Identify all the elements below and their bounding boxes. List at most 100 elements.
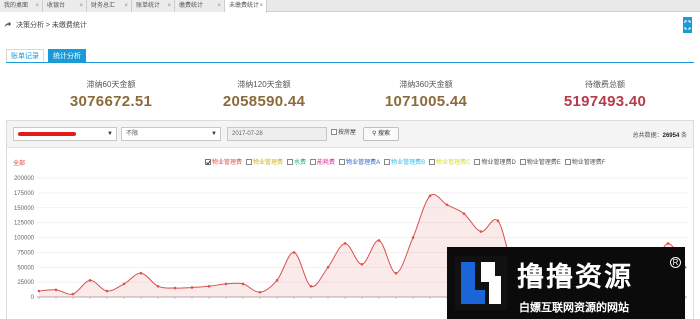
- window-tab[interactable]: 缴费统计 ×: [175, 0, 225, 12]
- watermark-logo-icon: [455, 256, 507, 310]
- legend-label: 物业管理费D: [481, 160, 516, 166]
- share-icon: [4, 21, 12, 28]
- y-tick-label: 100000: [14, 236, 35, 242]
- close-icon[interactable]: ×: [259, 0, 263, 12]
- summary-label: 滞纳360天金额: [399, 80, 453, 89]
- checkbox-icon[interactable]: [246, 159, 253, 165]
- search-button-label: 搜索: [378, 131, 391, 137]
- data-point: [343, 242, 347, 245]
- chevron-down-icon: ▼: [211, 131, 217, 137]
- y-tick-label: 75000: [17, 250, 34, 256]
- data-point: [462, 212, 466, 215]
- summary-label: 滞纳60天金额: [86, 80, 136, 89]
- legend-item[interactable]: 物业管理费A: [339, 157, 380, 166]
- window-tab[interactable]: 财务总汇 ×: [87, 0, 132, 12]
- checkbox-box[interactable]: [331, 129, 337, 135]
- summary-overdue-120: 滞纳120天金额 2058590.44: [184, 79, 344, 110]
- by-house-checkbox[interactable]: 按房屋: [331, 129, 356, 138]
- checkbox-checked-icon[interactable]: [205, 159, 211, 165]
- data-point: [88, 279, 92, 282]
- close-icon[interactable]: ×: [217, 0, 221, 12]
- checkbox-icon[interactable]: [287, 159, 294, 165]
- checkbox-icon[interactable]: [384, 159, 391, 165]
- record-count: 总共数据：26954 条: [633, 130, 687, 139]
- legend-label: 水费: [294, 160, 307, 166]
- checkbox-icon[interactable]: [310, 159, 317, 165]
- window-tab-label: 财务总汇: [91, 3, 116, 9]
- data-point: [377, 239, 381, 242]
- record-count-label: 总共数据：: [632, 133, 663, 139]
- legend-item[interactable]: 物业管理费: [205, 157, 242, 166]
- by-house-label: 按房屋: [338, 130, 357, 136]
- breadcrumb: 决策分析 > 未缴费统计: [4, 20, 87, 31]
- window-tab-label: 未缴费统计: [229, 3, 260, 9]
- summary-overdue-360: 滞纳360天金额 1071005.44: [346, 79, 506, 110]
- y-tick-label: 25000: [17, 280, 34, 286]
- fullscreen-button[interactable]: [683, 17, 692, 33]
- tab-statistics[interactable]: 统计分析: [48, 49, 86, 62]
- window-tab[interactable]: 未缴费统计 ×: [225, 0, 267, 13]
- legend-item[interactable]: 能耗费: [310, 157, 335, 166]
- legend-label: 能耗费: [317, 160, 336, 166]
- data-point: [309, 284, 313, 288]
- legend-item[interactable]: 物业管理费E: [519, 157, 561, 166]
- legend-label: 物业管理费A: [346, 160, 381, 166]
- window-tab[interactable]: 收银台 ×: [43, 0, 87, 12]
- checkbox-icon[interactable]: [429, 159, 436, 165]
- window-tab-bar: 我的桌面 × 收银台 × 财务总汇 × 账单统计 × 缴费统计 × 未缴费统计 ×: [0, 0, 700, 13]
- legend-item[interactable]: 物业管理费: [246, 157, 283, 166]
- summary-value: 5197493.40: [563, 93, 647, 110]
- community-select[interactable]: ▼: [13, 127, 117, 141]
- legend-all-label[interactable]: 全部: [13, 158, 25, 167]
- checkbox-icon[interactable]: [519, 159, 526, 165]
- data-point: [105, 289, 109, 293]
- checkbox-icon[interactable]: [339, 159, 346, 165]
- data-point: [428, 194, 432, 198]
- date-input[interactable]: 2017-07-28: [227, 127, 327, 141]
- chart-legend: 物业管理费 物业管理费 水费 能耗费 物业管理费A 物业管理费B 物业管理费C 物业管理费D 物…: [205, 157, 609, 166]
- data-point: [275, 279, 279, 282]
- window-tab[interactable]: 我的桌面 ×: [0, 0, 43, 12]
- y-tick-label: 175000: [14, 191, 35, 197]
- data-point: [394, 271, 398, 275]
- record-count-value: 26954: [662, 133, 680, 139]
- close-icon[interactable]: ×: [35, 0, 39, 12]
- window-tab[interactable]: 账单统计 ×: [132, 0, 175, 12]
- data-point: [479, 230, 483, 233]
- close-icon[interactable]: ×: [124, 0, 128, 12]
- legend-item[interactable]: 物业管理费F: [564, 157, 605, 166]
- search-icon: ⚲: [371, 131, 377, 137]
- legend-label: 物业管理费C: [436, 160, 471, 166]
- data-point: [139, 271, 143, 275]
- category-select[interactable]: 不限 ▼: [121, 127, 221, 141]
- legend-item[interactable]: 物业管理费D: [474, 157, 516, 166]
- summary-value: 2058590.44: [222, 93, 306, 110]
- record-count-unit: 条: [680, 133, 687, 139]
- window-tab-label: 缴费统计: [179, 3, 204, 9]
- data-point: [360, 262, 364, 266]
- legend-label: 物业管理费: [253, 160, 284, 166]
- search-button[interactable]: ⚲ 搜索: [363, 127, 399, 141]
- checkbox-icon[interactable]: [474, 159, 481, 165]
- watermark: 撸撸资源 R 白嫖互联网资源的网站: [447, 247, 685, 319]
- legend-item[interactable]: 物业管理费C: [429, 157, 470, 166]
- legend-label: 物业管理费: [212, 160, 243, 166]
- legend-item[interactable]: 水费: [287, 157, 306, 166]
- close-icon[interactable]: ×: [167, 0, 171, 12]
- data-point: [411, 236, 415, 239]
- data-point: [156, 284, 160, 288]
- data-point: [666, 242, 670, 245]
- data-point: [326, 265, 330, 269]
- data-point: [122, 282, 126, 286]
- legend-item[interactable]: 物业管理费B: [384, 157, 425, 166]
- tab-bill-records[interactable]: 账单记录: [6, 49, 44, 62]
- watermark-subtitle: 白嫖互联网资源的网站: [519, 301, 629, 314]
- close-icon[interactable]: ×: [79, 0, 83, 12]
- checkbox-icon[interactable]: [564, 159, 571, 165]
- data-point: [54, 288, 58, 292]
- legend-label: 物业管理费B: [391, 160, 426, 166]
- data-point: [224, 282, 228, 286]
- data-point: [445, 203, 449, 207]
- data-point: [37, 289, 41, 293]
- legend-label: 物业管理费E: [526, 160, 561, 166]
